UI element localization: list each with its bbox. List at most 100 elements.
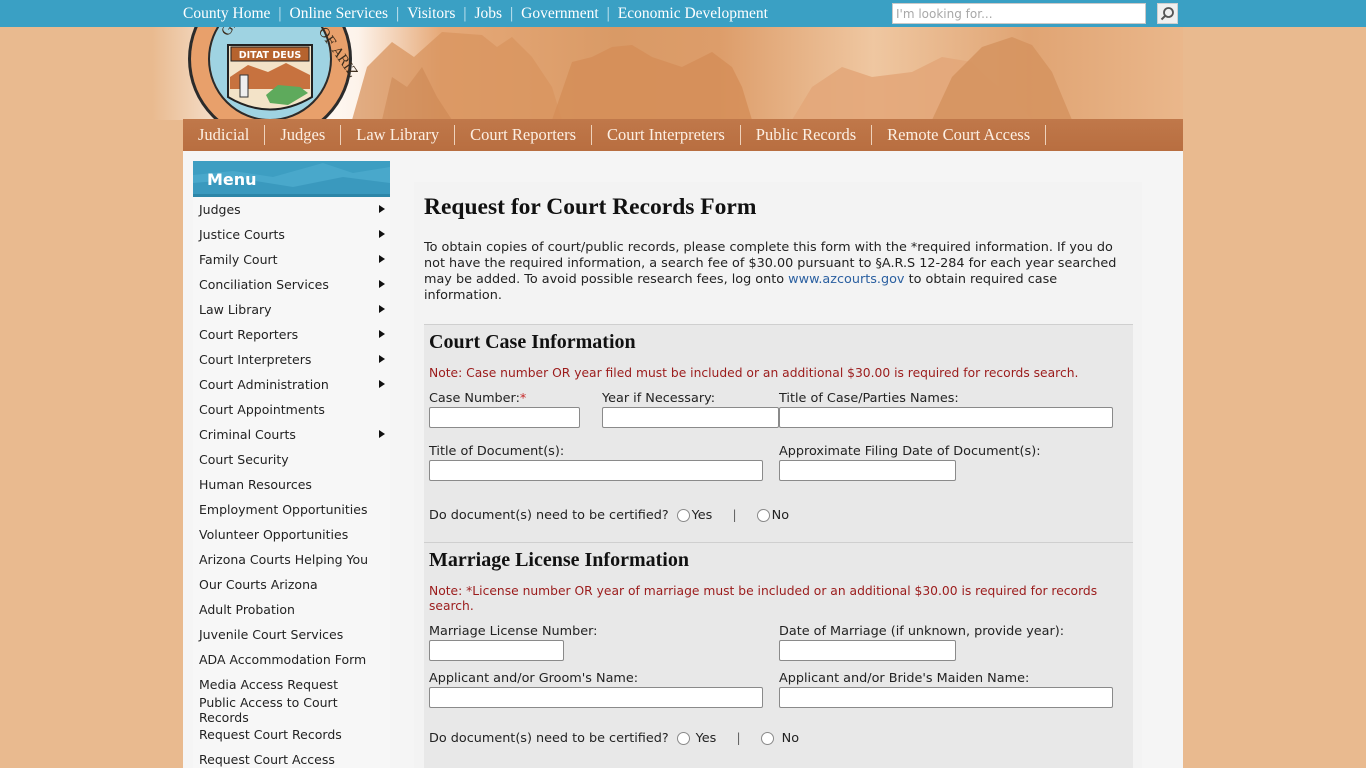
sidebar-item-criminal-courts[interactable]: Criminal Courts <box>193 422 390 447</box>
sidebar-item-label: Family Court <box>199 252 278 267</box>
chevron-right-icon <box>379 230 385 238</box>
certified-question: Do document(s) need to be certified? <box>429 731 669 746</box>
marriage-note: Note: *License number OR year of marriag… <box>429 584 1098 613</box>
sidebar-item-court-security[interactable]: Court Security <box>193 447 390 472</box>
sidebar-item-media-access-request[interactable]: Media Access Request <box>193 672 390 697</box>
groom-name-input[interactable] <box>429 687 763 708</box>
sidebar-item-label: Court Reporters <box>199 327 299 342</box>
top-nav: County Home | Online Services | Visitors… <box>183 0 768 27</box>
sidebar-item-our-courts-arizona[interactable]: Our Courts Arizona <box>193 572 390 597</box>
court-case-certified-no-radio[interactable] <box>756 509 770 522</box>
sidebar-item-label: Judges <box>199 202 241 217</box>
main-nav-judges[interactable]: Judges <box>265 125 342 145</box>
top-nav-online-services[interactable]: Online Services <box>290 5 389 23</box>
sidebar-item-arizona-courts-helping-you[interactable]: Arizona Courts Helping You <box>193 547 390 572</box>
main-nav-court-reporters[interactable]: Court Reporters <box>455 125 593 145</box>
sidebar-item-ada-accommodation-form[interactable]: ADA Accommodation Form <box>193 647 390 672</box>
marriage-date-label: Date of Marriage (if unknown, provide ye… <box>779 624 1065 639</box>
sidebar-item-conciliation-services[interactable]: Conciliation Services <box>193 272 390 297</box>
header-banner: DITAT DEUS GREAT SEAL OF ARIZ <box>152 27 1183 120</box>
main-content: Request for Court Records Form To obtain… <box>414 182 1142 768</box>
sidebar-item-request-court-access[interactable]: Request Court Access <box>193 747 390 768</box>
sidebar-item-volunteer-opportunities[interactable]: Volunteer Opportunities <box>193 522 390 547</box>
top-nav-economic-development[interactable]: Economic Development <box>618 5 768 23</box>
title-of-document-input[interactable] <box>429 460 763 481</box>
main-nav-judicial[interactable]: Judicial <box>183 125 266 145</box>
top-nav-government[interactable]: Government <box>521 5 598 23</box>
sidebar-item-justice-courts[interactable]: Justice Courts <box>193 222 390 247</box>
marriage-certified-no-radio[interactable] <box>760 732 774 745</box>
radio-separator: | <box>732 508 737 523</box>
sidebar-item-label: ADA Accommodation Form <box>199 652 367 667</box>
search-input[interactable] <box>892 3 1146 24</box>
top-nav-separator: | <box>510 4 514 22</box>
sidebar-item-label: Conciliation Services <box>199 277 329 292</box>
top-nav-visitors[interactable]: Visitors <box>407 5 455 23</box>
sidebar-item-adult-probation[interactable]: Adult Probation <box>193 597 390 622</box>
sidebar-item-public-access-to-court-records[interactable]: Public Access to Court Records <box>193 694 390 725</box>
main-nav-public-records[interactable]: Public Records <box>741 125 873 145</box>
search-button[interactable] <box>1157 3 1178 24</box>
sidebar-item-juvenile-court-services[interactable]: Juvenile Court Services <box>193 622 390 647</box>
top-nav-separator: | <box>463 4 467 22</box>
main-nav-law-library[interactable]: Law Library <box>341 125 456 145</box>
marriage-license-number-input[interactable] <box>429 640 564 661</box>
no-label: No <box>771 508 790 523</box>
title-of-document-label: Title of Document(s): <box>429 444 565 459</box>
search-icon <box>1160 7 1174 21</box>
main-nav-remote-court-access[interactable]: Remote Court Access <box>872 125 1047 145</box>
records-request-form: Court Case Information Note: Case number… <box>424 324 1133 768</box>
sidebar-item-human-resources[interactable]: Human Resources <box>193 472 390 497</box>
sidebar-item-law-library[interactable]: Law Library <box>193 297 390 322</box>
radio-separator: | <box>736 731 741 746</box>
sidebar-item-label: Court Security <box>199 452 289 467</box>
required-asterisk: * <box>519 391 527 406</box>
sidebar-item-court-interpreters[interactable]: Court Interpreters <box>193 347 390 372</box>
sidebar-item-judges[interactable]: Judges <box>193 197 390 222</box>
sidebar-item-request-court-records[interactable]: Request Court Records <box>193 722 390 747</box>
filing-date-input[interactable] <box>779 460 956 481</box>
sidebar-item-label: Court Administration <box>199 377 329 392</box>
svg-text:DITAT DEUS: DITAT DEUS <box>239 50 302 61</box>
bride-name-input[interactable] <box>779 687 1113 708</box>
sidebar-item-family-court[interactable]: Family Court <box>193 247 390 272</box>
sidebar-item-label: Request Court Records <box>199 727 342 742</box>
top-nav-jobs[interactable]: Jobs <box>474 5 502 23</box>
sidebar-item-label: Court Appointments <box>199 402 325 417</box>
top-nav-separator: | <box>278 4 282 22</box>
main-nav-court-interpreters[interactable]: Court Interpreters <box>592 125 741 145</box>
chevron-right-icon <box>379 305 385 313</box>
year-input[interactable] <box>602 407 779 428</box>
sidebar-menu-list: Judges Justice Courts Family Court Concilia… <box>193 197 390 768</box>
marriage-section-title: Marriage License Information <box>429 549 689 571</box>
sidebar-item-court-reporters[interactable]: Court Reporters <box>193 322 390 347</box>
azcourts-link[interactable]: www.azcourts.gov <box>788 272 904 287</box>
main-nav: Judicial Judges Law Library Court Report… <box>183 119 1183 151</box>
sidebar-item-court-appointments[interactable]: Court Appointments <box>193 397 390 422</box>
sidebar-item-employment-opportunities[interactable]: Employment Opportunities <box>193 497 390 522</box>
year-label: Year if Necessary: <box>602 391 716 406</box>
page-title: Request for Court Records Form <box>424 194 757 220</box>
title-of-case-input[interactable] <box>779 407 1113 428</box>
title-of-case-label: Title of Case/Parties Names: <box>779 391 959 406</box>
yes-label: Yes <box>695 731 717 746</box>
marriage-certified-yes-radio[interactable] <box>676 732 690 745</box>
chevron-right-icon <box>379 355 385 363</box>
case-number-input[interactable] <box>429 407 580 428</box>
court-case-certified-yes-radio[interactable] <box>676 509 690 522</box>
marriage-date-input[interactable] <box>779 640 956 661</box>
yes-label: Yes <box>691 508 713 523</box>
top-nav-separator: | <box>606 4 610 22</box>
top-nav-county-home[interactable]: County Home <box>183 5 270 23</box>
sidebar-item-court-administration[interactable]: Court Administration <box>193 372 390 397</box>
chevron-right-icon <box>379 430 385 438</box>
sidebar-item-label: Adult Probation <box>199 602 295 617</box>
chevron-right-icon <box>379 380 385 388</box>
bride-name-label: Applicant and/or Bride's Maiden Name: <box>779 671 1030 686</box>
sidebar-item-label: Public Access to Court Records <box>199 694 338 725</box>
sidebar-item-label: Arizona Courts Helping You <box>199 552 369 567</box>
chevron-right-icon <box>379 280 385 288</box>
sidebar-item-label: Law Library <box>199 302 272 317</box>
case-number-label: Case Number:* <box>429 391 526 406</box>
top-nav-separator: | <box>396 4 400 22</box>
